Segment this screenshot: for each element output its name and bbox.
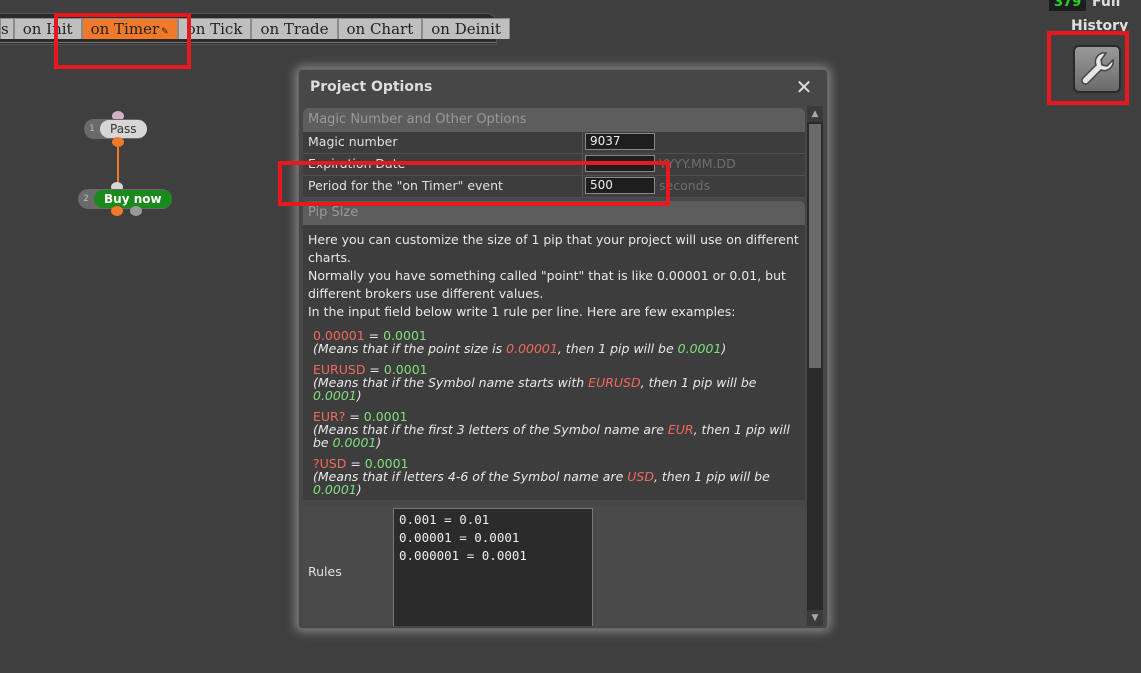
edit-mark-icon: ✎ xyxy=(161,27,169,37)
tab-on-tick[interactable]: on Tick xyxy=(177,18,252,39)
counter-label[interactable]: Full xyxy=(1092,0,1120,10)
note-text: (Means that if the point size is xyxy=(313,341,507,356)
buy-node-output-dot-orange[interactable] xyxy=(111,206,123,216)
buy-node-label: Buy now xyxy=(94,190,172,208)
example-note: (Means that if the Symbol name starts wi… xyxy=(313,375,756,403)
pip-intro-1: Here you can customize the size of 1 pip… xyxy=(308,232,799,265)
flow-connector xyxy=(117,140,119,187)
magic-section-title: Magic Number and Other Options xyxy=(303,108,805,132)
expiration-date-label: Expiration Date xyxy=(308,156,406,171)
tab-on-trade[interactable]: on Trade xyxy=(251,18,338,39)
buy-now-node[interactable]: 2 Buy now xyxy=(78,189,172,209)
buy-node-output-dot-gray[interactable] xyxy=(130,206,142,216)
pip-example: ?USD = 0.0001 (Means that if letters 4-6… xyxy=(313,457,799,496)
timer-period-label: Period for the "on Timer" event xyxy=(308,178,503,193)
scroll-up-icon[interactable]: ▲ xyxy=(807,106,823,122)
tab-on-timer[interactable]: on Timer ✎ xyxy=(81,18,178,39)
pip-section-title: Pip Size xyxy=(303,201,805,225)
note-text: ) xyxy=(376,435,382,450)
tab-bar-divider xyxy=(0,42,496,43)
expiration-date-hint: YYYY.MM.DD xyxy=(659,156,736,171)
note-value: 0.0001 xyxy=(332,435,377,450)
example-note: (Means that if the point size is 0.00001… xyxy=(313,341,726,356)
magic-number-row: Magic number 9037 xyxy=(303,132,805,154)
dialog-content: Magic Number and Other Options Magic num… xyxy=(303,108,805,626)
expiration-date-row: Expiration Date YYYY.MM.DD xyxy=(303,154,805,176)
timer-period-input[interactable]: 500 xyxy=(585,177,655,194)
note-value: 0.0001 xyxy=(313,388,357,403)
wrench-icon xyxy=(1081,52,1114,85)
note-value: EURUSD xyxy=(588,375,641,390)
column-divider xyxy=(582,176,583,197)
pip-intro-2: Normally you have something called "poin… xyxy=(308,268,786,301)
pip-intro-3: In the input field below write 1 rule pe… xyxy=(308,304,736,319)
note-text: , then 1 pip will be xyxy=(653,469,770,484)
rules-label: Rules xyxy=(308,564,342,579)
project-options-dialog: Project Options ✕ Magic Number and Other… xyxy=(298,69,828,629)
pip-description: Here you can customize the size of 1 pip… xyxy=(303,225,805,500)
buy-node-number: 2 xyxy=(83,194,89,204)
close-icon[interactable]: ✕ xyxy=(795,77,813,97)
event-tabs: s on Init on Timer ✎ on Tick on Trade on … xyxy=(0,18,510,39)
dialog-scrollbar[interactable]: ▲ ▼ xyxy=(807,106,823,626)
column-divider xyxy=(582,154,583,175)
pass-node-label: Pass xyxy=(100,120,147,138)
history-label[interactable]: History xyxy=(1071,18,1128,34)
tab-partial[interactable]: s xyxy=(0,18,14,39)
note-value: 0.0001 xyxy=(313,482,357,497)
note-value: 0.00001 xyxy=(506,341,558,356)
note-text: ) xyxy=(721,341,727,356)
pip-example: EURUSD = 0.0001 (Means that if the Symbo… xyxy=(313,363,799,402)
note-text: , then 1 pip will be xyxy=(557,341,678,356)
timer-period-row: Period for the "on Timer" event 500 seco… xyxy=(303,176,805,198)
note-text: ) xyxy=(356,482,362,497)
timer-period-hint: seconds xyxy=(659,178,711,193)
pass-node[interactable]: 1 Pass xyxy=(84,119,147,139)
tab-on-init[interactable]: on Init xyxy=(13,18,82,39)
pip-example: 0.00001 = 0.0001 (Means that if the poin… xyxy=(313,329,799,355)
project-options-button[interactable] xyxy=(1073,45,1121,93)
tab-on-deinit[interactable]: on Deinit xyxy=(422,18,510,39)
tab-on-timer-label: on Timer xyxy=(90,20,160,38)
magic-number-input[interactable]: 9037 xyxy=(585,133,655,150)
note-text: ) xyxy=(356,388,362,403)
expiration-date-input[interactable] xyxy=(585,155,655,172)
tab-on-chart[interactable]: on Chart xyxy=(337,18,423,39)
rules-row: Rules 0.001 = 0.01 0.00001 = 0.0001 0.00… xyxy=(303,506,805,626)
rules-textarea[interactable]: 0.001 = 0.01 0.00001 = 0.0001 0.000001 =… xyxy=(393,508,593,626)
note-value: 0.0001 xyxy=(677,341,722,356)
example-note: (Means that if the first 3 letters of th… xyxy=(313,422,790,450)
scroll-thumb[interactable] xyxy=(809,124,821,368)
note-value: EUR xyxy=(667,422,694,437)
dialog-title: Project Options xyxy=(310,79,433,95)
column-divider xyxy=(582,132,583,153)
pip-example: EUR? = 0.0001 (Means that if the first 3… xyxy=(313,410,799,449)
counter-badge: 379 xyxy=(1049,0,1087,11)
magic-number-label: Magic number xyxy=(308,134,398,149)
example-note: (Means that if letters 4-6 of the Symbol… xyxy=(313,469,770,497)
pass-node-number: 1 xyxy=(89,124,95,134)
note-value: USD xyxy=(627,469,654,484)
note-text: , then 1 pip will be xyxy=(640,375,757,390)
scroll-down-icon[interactable]: ▼ xyxy=(807,610,823,626)
